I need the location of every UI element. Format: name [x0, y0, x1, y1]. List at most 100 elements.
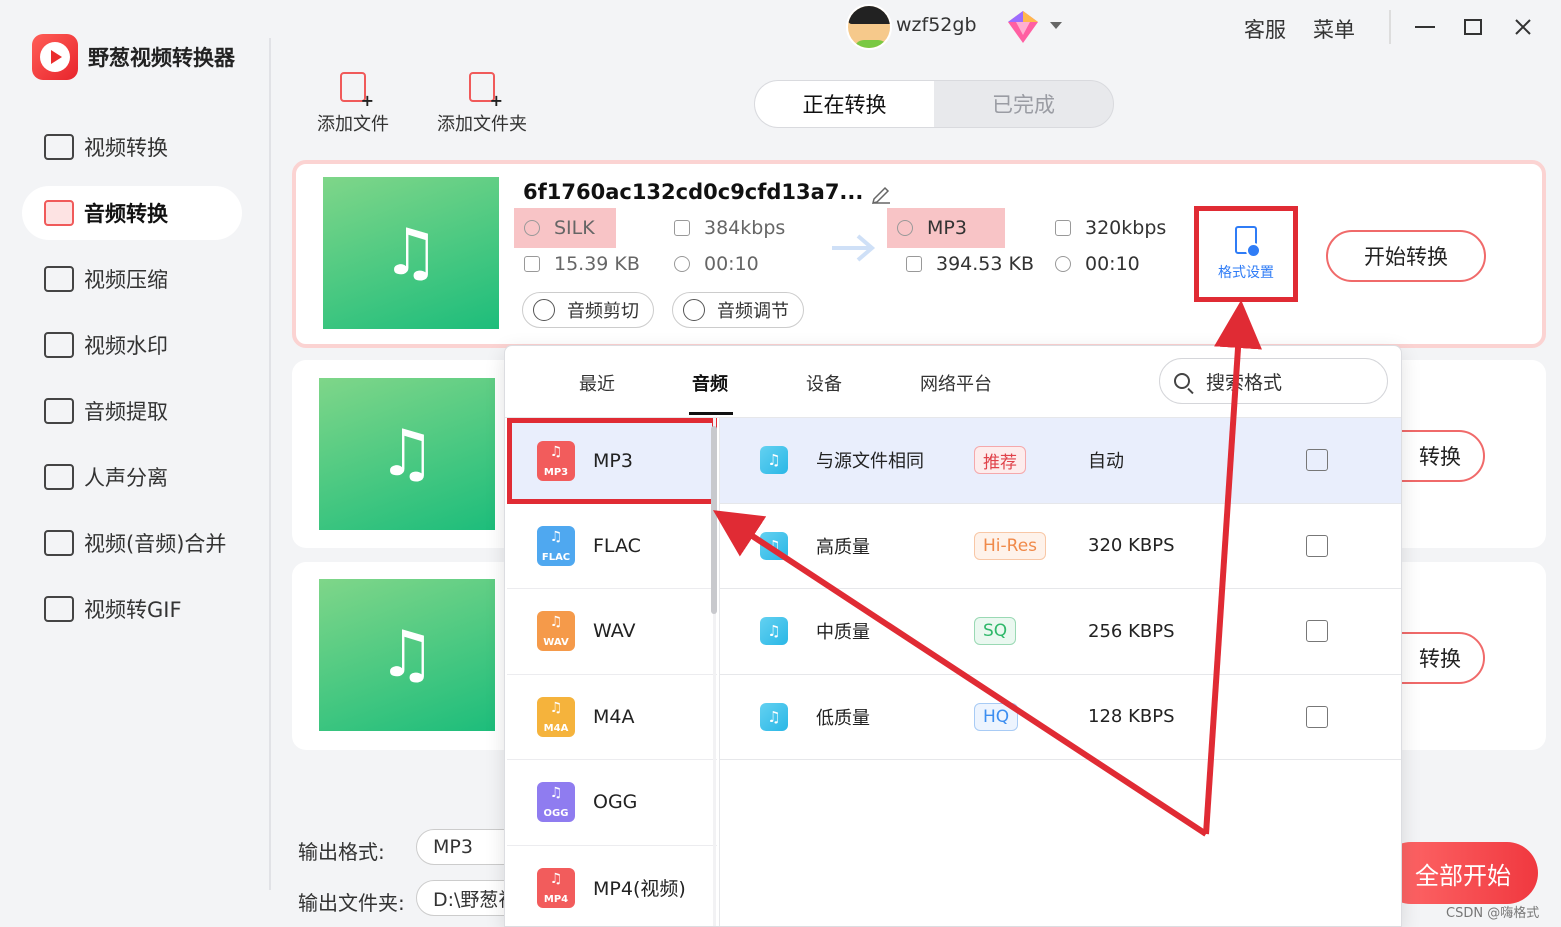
target-bitrate: 320kbps	[1045, 208, 1166, 248]
format-item-m4a[interactable]: M4A M4A	[507, 675, 717, 760]
username[interactable]: wzf52gb	[896, 14, 977, 36]
sidebar-item-audio-extract[interactable]: 音频提取	[22, 384, 242, 438]
format-item-mp4[interactable]: MP4 MP4(视频)	[507, 846, 717, 927]
source-duration: 00:10	[664, 244, 759, 284]
source-format-tag: SILK	[514, 208, 616, 248]
quality-row-high[interactable]: ♫ 高质量 Hi-Res 320 KBPS	[720, 504, 1401, 589]
file-thumbnail: ♫	[323, 177, 499, 329]
bitrate-icon	[1055, 220, 1071, 236]
audio-cut-button[interactable]: 音频剪切	[522, 292, 654, 328]
edit-icon[interactable]	[1306, 620, 1328, 643]
format-item-wav[interactable]: WAV WAV	[507, 589, 717, 675]
app-logo: 野葱视频转换器	[32, 34, 235, 80]
sidebar-item-label: 视频压缩	[84, 268, 168, 292]
sidebar-item-video-convert[interactable]: 视频转换	[22, 120, 242, 174]
close-icon[interactable]	[1508, 12, 1538, 42]
target-duration: 00:10	[1045, 244, 1140, 284]
add-folder-icon	[469, 72, 503, 110]
service-link[interactable]: 客服	[1244, 14, 1286, 44]
search-icon	[1174, 373, 1190, 389]
edit-icon[interactable]	[1306, 534, 1328, 557]
vip-gem-icon[interactable]	[1004, 8, 1042, 46]
chevron-down-icon[interactable]	[1050, 22, 1062, 29]
quality-row-medium[interactable]: ♫ 中质量 SQ 256 KBPS	[720, 589, 1401, 675]
file-name: 6f1760ac132cd0c9cfd13a7...	[523, 180, 864, 204]
quality-row-low[interactable]: ♫ 低质量 HQ 128 KBPS	[720, 675, 1401, 760]
edit-icon[interactable]	[1306, 449, 1328, 472]
sidebar-item-label: 人声分离	[84, 466, 168, 490]
sidebar-item-vocal-separate[interactable]: 人声分离	[22, 450, 242, 504]
tab-indicator	[689, 412, 733, 415]
video-convert-icon	[44, 134, 74, 160]
logo-icon	[32, 34, 78, 80]
target-size: 394.53 KB	[896, 244, 1034, 284]
hq-badge: HQ	[974, 702, 1019, 731]
sidebar-item-video-watermark[interactable]: 视频水印	[22, 318, 242, 372]
menu-link[interactable]: 菜单	[1313, 14, 1355, 44]
sq-badge: SQ	[974, 617, 1017, 646]
format-item-ogg[interactable]: OGG OGG	[507, 760, 717, 846]
format-dropdown: 最近 音频 设备 网络平台 搜索格式 MP3 MP3 FLAC FLAC WAV…	[504, 345, 1402, 927]
quality-row-source[interactable]: ♫ 与源文件相同 推荐 自动	[720, 418, 1401, 504]
format-item-flac[interactable]: FLAC FLAC	[507, 504, 717, 589]
tab-recent[interactable]: 最近	[579, 370, 615, 396]
file-thumbnail: ♫	[319, 378, 495, 530]
disc-icon	[524, 220, 540, 236]
output-format-label: 输出格式:	[298, 840, 385, 864]
edit-icon[interactable]	[1306, 705, 1328, 728]
rename-icon[interactable]	[870, 182, 892, 204]
sidebar-item-label: 音频提取	[84, 400, 168, 424]
search-placeholder: 搜索格式	[1206, 371, 1283, 394]
status-tabs: 正在转换 已完成	[754, 80, 1114, 128]
tab-converting[interactable]: 正在转换	[755, 81, 934, 127]
add-folder-button[interactable]: 添加文件夹	[436, 72, 528, 136]
music-note-icon: ♫	[760, 617, 788, 646]
file-size-icon	[524, 256, 540, 272]
maximize-icon[interactable]	[1458, 12, 1488, 42]
music-note-icon: ♫	[378, 618, 436, 692]
format-list: MP3 MP3 FLAC FLAC WAV WAV M4A M4A OGG OG…	[507, 418, 717, 927]
tab-platform[interactable]: 网络平台	[920, 370, 992, 396]
audio-adjust-button[interactable]: 音频调节	[672, 292, 804, 328]
music-note-icon: ♫	[382, 216, 440, 290]
file-size-icon	[906, 256, 922, 272]
add-file-label: 添加文件	[317, 114, 389, 135]
video-compress-icon	[44, 266, 74, 292]
sidebar-item-video-gif[interactable]: 视频转GIF	[22, 582, 242, 636]
audio-convert-icon	[44, 200, 74, 226]
audio-extract-icon	[44, 398, 74, 424]
avatar[interactable]	[846, 4, 892, 50]
music-note-icon: ♫	[760, 446, 788, 475]
format-search-input[interactable]: 搜索格式	[1159, 358, 1388, 404]
source-size: 15.39 KB	[514, 244, 640, 284]
format-settings-button[interactable]: 格式设置	[1194, 206, 1298, 302]
target-format-tag: MP3	[887, 208, 1005, 248]
file-thumbnail: ♫	[319, 579, 495, 731]
start-convert-button[interactable]: 开始转换	[1326, 230, 1486, 282]
disc-icon	[897, 220, 913, 236]
sidebar-item-label: 视频(音频)合并	[84, 532, 227, 556]
add-file-button[interactable]: 添加文件	[316, 72, 390, 136]
sidebar-item-audio-convert[interactable]: 音频转换	[22, 186, 242, 240]
bitrate-icon	[674, 220, 690, 236]
recommend-badge: 推荐	[974, 446, 1026, 475]
arrow-right-icon	[832, 234, 876, 262]
tab-audio[interactable]: 音频	[692, 370, 728, 396]
scissors-icon	[533, 299, 555, 321]
music-note-icon: ♫	[760, 531, 788, 560]
minimize-icon[interactable]	[1410, 12, 1440, 42]
tab-done[interactable]: 已完成	[934, 81, 1113, 127]
watermark: CSDN @嗨格式	[1446, 906, 1540, 921]
sidebar-item-label: 音频转换	[84, 202, 168, 226]
source-bitrate: 384kbps	[664, 208, 785, 248]
start-all-button[interactable]: 全部开始	[1380, 842, 1538, 904]
scrollbar-thumb[interactable]	[711, 426, 717, 614]
format-item-mp3[interactable]: MP3 MP3	[507, 418, 717, 504]
sidebar-item-merge[interactable]: 视频(音频)合并	[22, 516, 242, 570]
vocal-separate-icon	[44, 464, 74, 490]
add-file-icon	[340, 72, 374, 110]
tab-device[interactable]: 设备	[806, 370, 842, 396]
mp4-file-icon: MP4	[537, 867, 575, 908]
sidebar-item-video-compress[interactable]: 视频压缩	[22, 252, 242, 306]
sliders-icon	[683, 299, 705, 321]
